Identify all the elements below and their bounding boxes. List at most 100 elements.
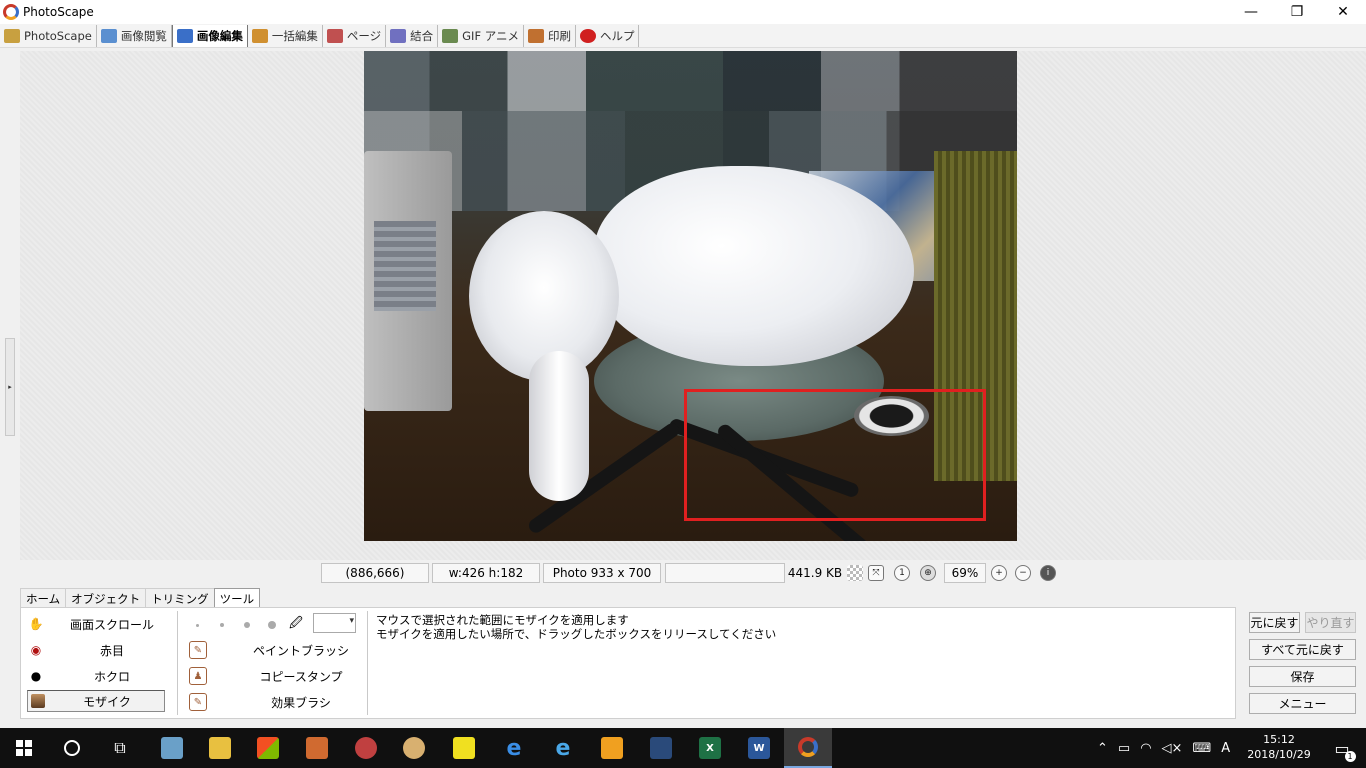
photoscape-tab-icon	[4, 28, 20, 43]
edge-icon: e	[506, 735, 522, 761]
tab-label: 画像閲覧	[120, 28, 167, 43]
main-tab-bar: PhotoScape 画像閲覧 画像編集 一括編集 ページ 結合 GIF アニメ…	[0, 24, 1366, 48]
photo-dimensions: Photo 933 x 700	[543, 563, 661, 583]
close-button[interactable]: ✕	[1320, 0, 1366, 24]
brush-size-1[interactable]	[196, 623, 199, 627]
tab-gif-animation[interactable]: GIF アニメ	[438, 24, 524, 47]
info-icon[interactable]: i	[1040, 565, 1056, 581]
clone-stamp-icon: ♟	[189, 667, 207, 685]
brush-size-4[interactable]	[268, 621, 276, 629]
brush-size-2[interactable]	[220, 623, 224, 627]
photo-canvas[interactable]	[364, 51, 1017, 541]
tab-page[interactable]: ページ	[323, 24, 387, 47]
taskbar-app-sticky-notes[interactable]	[440, 728, 488, 768]
system-tray: ⌃ ▭ ◠ ◁× ⌨ A	[1097, 728, 1230, 768]
taskbar-app-ie[interactable]: e	[539, 728, 587, 768]
zoom-level: 69%	[944, 563, 986, 583]
tool-paint-brush[interactable]: ✎ ペイントブラッシ	[189, 639, 369, 661]
tool-mosaic[interactable]: モザイク	[27, 690, 165, 712]
redo-button[interactable]: やり直す	[1305, 612, 1356, 633]
tab-label: 印刷	[547, 28, 571, 43]
taskbar-app-photoscape[interactable]	[784, 728, 832, 768]
tool-effect-brush[interactable]: ✎ 効果ブラシ	[189, 691, 369, 713]
sidebar-toggle-handle[interactable]: ▸	[5, 338, 15, 436]
tool-clone-stamp[interactable]: ♟ コピースタンプ	[189, 665, 369, 687]
fit-zoom-icon[interactable]: ⊕	[920, 565, 936, 581]
search-circle-icon	[64, 740, 80, 756]
windows-taskbar: ⧉ e e X W ⌃ ▭ ◠ ◁× ⌨ A 15:12 2018/10/29 …	[0, 728, 1366, 768]
taskbar-app-dictionary[interactable]	[637, 728, 685, 768]
tab-combine[interactable]: 結合	[386, 24, 439, 47]
viewer-tab-icon	[100, 28, 117, 43]
task-view-icon: ⧉	[114, 738, 126, 757]
action-center-button[interactable]: ▭ 1	[1318, 728, 1366, 768]
selection-size: w:426 h:182	[432, 563, 540, 583]
taskbar-app-edge[interactable]: e	[490, 728, 538, 768]
status-empty-field	[665, 563, 785, 583]
tab-label: 結合	[410, 28, 434, 43]
tab-photoscape[interactable]: PhotoScape	[0, 24, 97, 47]
start-button[interactable]	[0, 728, 48, 768]
save-button[interactable]: 保存	[1249, 666, 1356, 687]
status-bar: (886,666) w:426 h:182 Photo 933 x 700 44…	[0, 563, 1366, 583]
taskbar-app-paint[interactable]	[342, 728, 390, 768]
tray-expand-icon[interactable]: ⌃	[1097, 741, 1108, 756]
battery-icon[interactable]: ▭	[1118, 741, 1130, 756]
tab-viewer[interactable]: 画像閲覧	[97, 24, 172, 47]
tablet-app-icon	[161, 737, 183, 759]
ime-indicator[interactable]: A	[1221, 741, 1230, 756]
tab-help[interactable]: ヘルプ	[576, 24, 640, 47]
tab-editor[interactable]: 画像編集	[171, 24, 248, 47]
undo-button[interactable]: 元に戻す	[1249, 612, 1300, 633]
taskbar-app-orange[interactable]	[588, 728, 636, 768]
word-icon: W	[748, 737, 770, 759]
tab-batch-editor[interactable]: 一括編集	[248, 24, 323, 47]
zoom-out-icon[interactable]: −	[1015, 565, 1031, 581]
keyboard-icon[interactable]: ⌨	[1192, 741, 1211, 756]
taskbar-app-store[interactable]	[244, 728, 292, 768]
mole-icon: ●	[30, 669, 42, 683]
tab-object[interactable]: オブジェクト	[65, 588, 147, 608]
color-dropdown[interactable]	[313, 613, 356, 633]
transparency-icon[interactable]	[847, 565, 863, 581]
tool-label: コピースタンプ	[259, 669, 343, 684]
cortana-button[interactable]	[48, 728, 96, 768]
actual-size-icon[interactable]: 1	[894, 565, 910, 581]
tab-home[interactable]: ホーム	[20, 588, 67, 608]
brush-size-3[interactable]	[244, 622, 250, 628]
taskbar-app-word[interactable]: W	[735, 728, 783, 768]
menu-button[interactable]: メニュー	[1249, 693, 1356, 714]
editor-subtabs: ホーム オブジェクト トリミング ツール	[20, 588, 261, 608]
tab-tools[interactable]: ツール	[213, 588, 261, 608]
wifi-icon[interactable]: ◠	[1140, 741, 1151, 756]
eye-icon: ◉	[30, 643, 42, 657]
taskbar-app-paint3d[interactable]	[390, 728, 438, 768]
volume-mute-icon[interactable]: ◁×	[1162, 741, 1183, 756]
zoom-in-icon[interactable]: +	[991, 565, 1007, 581]
excel-icon: X	[699, 737, 721, 759]
paint-brush-icon: ✎	[189, 641, 207, 659]
maximize-button[interactable]: ❐	[1274, 0, 1320, 24]
eyedropper-icon[interactable]: 🖉	[289, 614, 303, 636]
taskbar-app-tablet[interactable]	[148, 728, 196, 768]
tab-crop[interactable]: トリミング	[145, 588, 215, 608]
tool-mole[interactable]: ● ホクロ	[27, 665, 165, 687]
tools-panel: ✋ 画面スクロール ◉ 赤目 ● ホクロ モザイク 🖉 ✎ ペイントブラッシ ♟…	[20, 607, 1236, 719]
fit-screen-icon[interactable]: ⤧	[868, 565, 884, 581]
tool-red-eye[interactable]: ◉ 赤目	[27, 639, 165, 661]
selection-box[interactable]	[684, 389, 986, 521]
tool-label: 効果ブラシ	[271, 695, 331, 710]
taskbar-clock[interactable]: 15:12 2018/10/29	[1240, 732, 1318, 762]
tool-screen-scroll[interactable]: ✋ 画面スクロール	[27, 613, 165, 635]
task-view-button[interactable]: ⧉	[96, 728, 144, 768]
taskbar-app-toolbox[interactable]	[293, 728, 341, 768]
window-title: PhotoScape	[23, 5, 94, 19]
minimize-button[interactable]: —	[1228, 0, 1274, 24]
tool-label: 画面スクロール	[69, 617, 154, 632]
combine-tab-icon	[390, 28, 407, 43]
taskbar-app-explorer[interactable]	[196, 728, 244, 768]
tab-print[interactable]: 印刷	[524, 24, 576, 47]
undo-all-button[interactable]: すべて元に戻す	[1249, 639, 1356, 660]
taskbar-app-excel[interactable]: X	[686, 728, 734, 768]
divider	[367, 611, 368, 715]
